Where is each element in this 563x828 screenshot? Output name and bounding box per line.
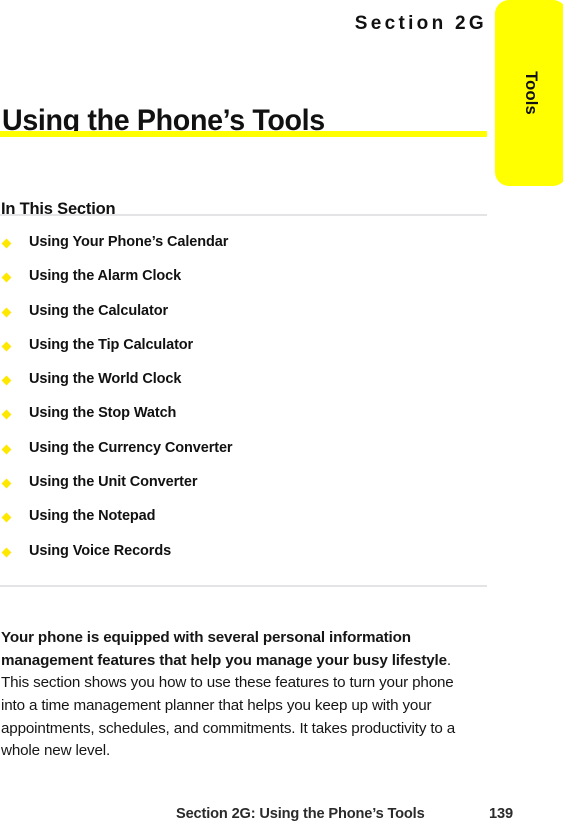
list-item-label: Using the Calculator — [29, 302, 168, 319]
page-footer: Section 2G: Using the Phone’s Tools 139 — [0, 806, 563, 828]
list-item-label: Using the Tip Calculator — [29, 336, 194, 353]
list-item-label: Using Your Phone’s Calendar — [29, 234, 229, 250]
diamond-bullet-icon — [1, 512, 12, 523]
title-underline-rule — [0, 131, 487, 137]
diamond-bullet-icon — [1, 307, 12, 318]
diamond-bullet-icon — [1, 272, 12, 283]
diamond-bullet-icon — [1, 444, 12, 455]
list-item-label: Using the World Clock — [29, 371, 182, 388]
list-item-label: Using the Stop Watch — [29, 405, 177, 422]
list-item[interactable]: Using the Alarm Clock — [0, 268, 487, 302]
document-page: Tools Section 2G Using the Phone’s Tools… — [0, 0, 563, 828]
diamond-bullet-icon — [1, 478, 12, 489]
divider-rule-bottom — [0, 585, 487, 587]
section-thumb-tab-label: Tools — [522, 71, 540, 115]
list-item[interactable]: Using the Calculator — [0, 303, 487, 337]
list-item[interactable]: Using Voice Records — [0, 543, 487, 577]
list-item-label: Using the Notepad — [29, 508, 156, 525]
list-item[interactable]: Using the Unit Converter — [0, 474, 487, 508]
list-item[interactable]: Using Your Phone’s Calendar — [0, 234, 487, 268]
diamond-bullet-icon — [1, 341, 12, 352]
footer-page-number: 139 — [489, 806, 514, 822]
list-item[interactable]: Using the Stop Watch — [0, 405, 487, 439]
list-item[interactable]: Using the Currency Converter — [0, 440, 487, 474]
list-item[interactable]: Using the Tip Calculator — [0, 337, 487, 371]
list-item-label: Using the Unit Converter — [29, 474, 198, 491]
list-item-label: Using Voice Records — [29, 542, 172, 559]
list-item[interactable]: Using the Notepad — [0, 508, 487, 542]
in-this-section-list: Using Your Phone’s Calendar Using the Al… — [0, 234, 487, 577]
intro-paragraph: Your phone is equipped with several pers… — [1, 627, 475, 763]
footer-section-title: Section 2G: Using the Phone’s Tools — [176, 806, 425, 822]
diamond-bullet-icon — [1, 547, 12, 558]
list-item-label: Using the Alarm Clock — [29, 268, 182, 285]
section-thumb-tab: Tools — [495, 0, 563, 186]
diamond-bullet-icon — [1, 375, 12, 386]
section-number-eyebrow: Section 2G — [354, 13, 487, 34]
intro-lead-sentence: Your phone is equipped with several pers… — [1, 629, 447, 669]
list-item[interactable]: Using the World Clock — [0, 371, 487, 405]
diamond-bullet-icon — [1, 238, 12, 249]
divider-rule-top — [0, 214, 487, 216]
list-item-label: Using the Currency Converter — [29, 439, 233, 456]
diamond-bullet-icon — [1, 410, 12, 420]
